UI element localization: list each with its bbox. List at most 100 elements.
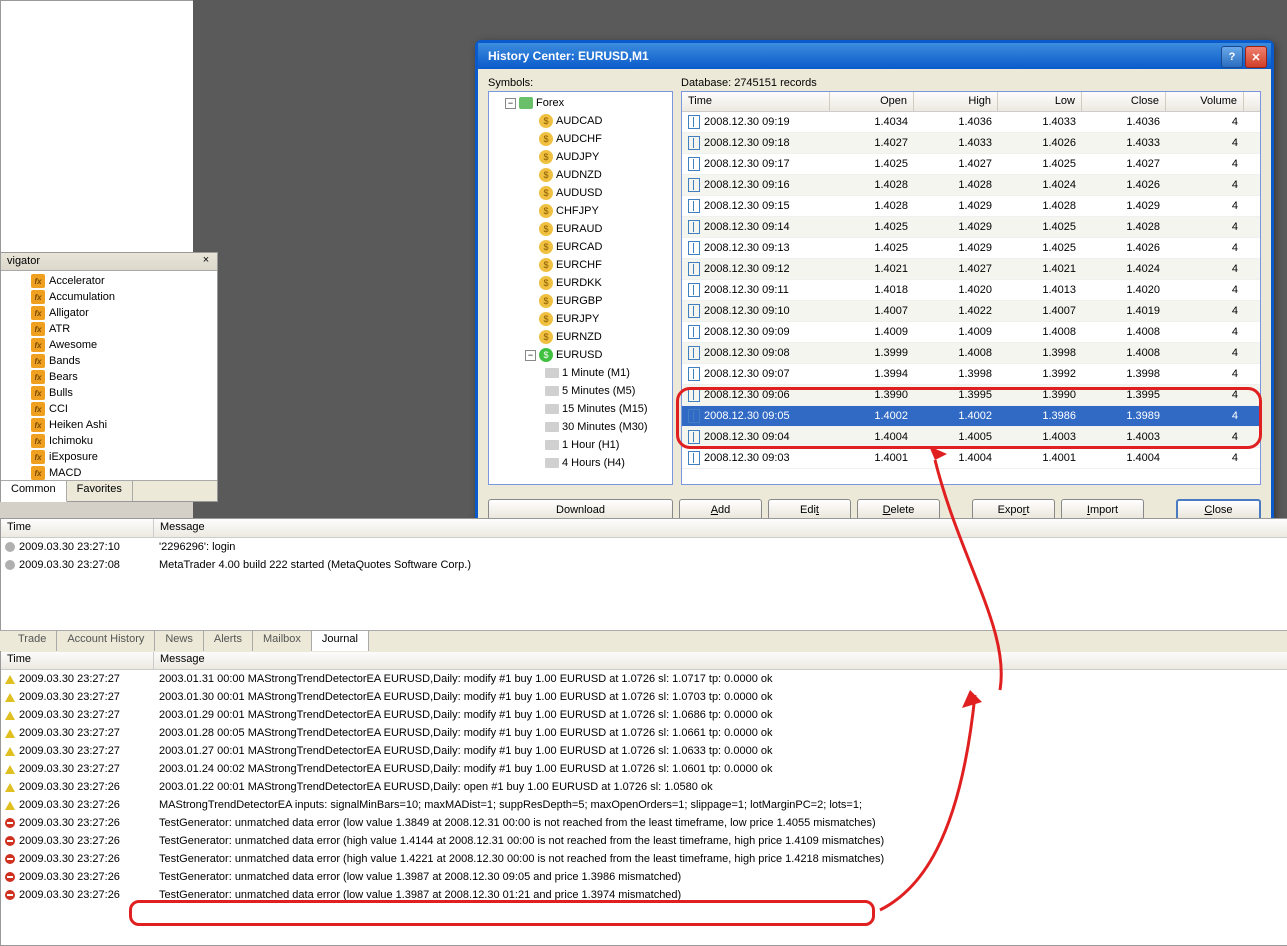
help-icon[interactable]: ? [1221, 46, 1243, 68]
indicator-item[interactable]: fxAccelerator [1, 273, 217, 289]
currency-item[interactable]: $AUDJPY [491, 148, 670, 166]
data-row[interactable]: 2008.12.30 09:151.40281.40291.40281.4029… [682, 196, 1260, 217]
indicator-item[interactable]: fxAwesome [1, 337, 217, 353]
indicator-item[interactable]: fxBulls [1, 385, 217, 401]
collapse-icon[interactable]: − [525, 350, 536, 361]
indicator-item[interactable]: fxHeiken Ashi [1, 417, 217, 433]
data-row[interactable]: 2008.12.30 09:061.39901.39951.39901.3995… [682, 385, 1260, 406]
log-row[interactable]: 2009.03.30 23:27:26TestGenerator: unmatc… [1, 868, 1287, 886]
log-row[interactable]: 2009.03.30 23:27:26TestGenerator: unmatc… [1, 814, 1287, 832]
data-row[interactable]: 2008.12.30 09:161.40281.40281.40241.4026… [682, 175, 1260, 196]
log-row[interactable]: 2009.03.30 23:27:272003.01.29 00:01 MASt… [1, 706, 1287, 724]
log1-col-message[interactable]: Message [154, 519, 1287, 537]
data-row[interactable]: 2008.12.30 09:081.39991.40081.39981.4008… [682, 343, 1260, 364]
currency-item[interactable]: −$EURUSD [491, 346, 670, 364]
currency-item[interactable]: $EURGBP [491, 292, 670, 310]
col-high[interactable]: High [914, 92, 998, 111]
log-row[interactable]: 2009.03.30 23:27:272003.01.28 00:05 MASt… [1, 724, 1287, 742]
log2-col-message[interactable]: Message [154, 651, 1287, 669]
symbols-tree[interactable]: − Forex $AUDCAD$AUDCHF$AUDJPY$AUDNZD$AUD… [488, 91, 673, 485]
log-row[interactable]: 2009.03.30 23:27:272003.01.27 00:01 MASt… [1, 742, 1287, 760]
data-row[interactable]: 2008.12.30 09:191.40341.40361.40331.4036… [682, 112, 1260, 133]
indicator-item[interactable]: fxCCI [1, 401, 217, 417]
log1-col-time[interactable]: Time [1, 519, 154, 537]
currency-icon: $ [539, 312, 553, 326]
indicator-item[interactable]: fxMACD [1, 465, 217, 481]
currency-item[interactable]: $EURNZD [491, 328, 670, 346]
data-row[interactable]: 2008.12.30 09:101.40071.40221.40071.4019… [682, 301, 1260, 322]
close-icon[interactable]: ✕ [1245, 46, 1267, 68]
col-open[interactable]: Open [830, 92, 914, 111]
log-row[interactable]: 2009.03.30 23:27:26TestGenerator: unmatc… [1, 850, 1287, 868]
data-row[interactable]: 2008.12.30 09:031.40011.40041.40011.4004… [682, 448, 1260, 469]
database-label: Database: 2745151 records [681, 77, 1261, 89]
tab-news[interactable]: News [155, 631, 204, 651]
indicator-item[interactable]: fxBears [1, 369, 217, 385]
col-close[interactable]: Close [1082, 92, 1166, 111]
data-row[interactable]: 2008.12.30 09:091.40091.40091.40081.4008… [682, 322, 1260, 343]
data-row[interactable]: 2008.12.30 09:131.40251.40291.40251.4026… [682, 238, 1260, 259]
tree-root[interactable]: − Forex [491, 94, 670, 112]
data-row[interactable]: 2008.12.30 09:181.40271.40331.40261.4033… [682, 133, 1260, 154]
tab-common[interactable]: Common [1, 481, 67, 502]
log-row[interactable]: 2009.03.30 23:27:26TestGenerator: unmatc… [1, 886, 1287, 904]
currency-item[interactable]: $EURDKK [491, 274, 670, 292]
indicator-item[interactable]: fxBands [1, 353, 217, 369]
log-row[interactable]: 2009.03.30 23:27:272003.01.31 00:00 MASt… [1, 670, 1287, 688]
indicator-item[interactable]: fxAlligator [1, 305, 217, 321]
grid-body[interactable]: 2008.12.30 09:191.40341.40361.40331.4036… [682, 112, 1260, 484]
currency-item[interactable]: $EURJPY [491, 310, 670, 328]
data-row[interactable]: 2008.12.30 09:041.40041.40051.40031.4003… [682, 427, 1260, 448]
currency-item[interactable]: $AUDCAD [491, 112, 670, 130]
data-row[interactable]: 2008.12.30 09:171.40251.40271.40251.4027… [682, 154, 1260, 175]
log1-body[interactable]: 2009.03.30 23:27:10'2296296': login2009.… [1, 538, 1287, 574]
indicator-item[interactable]: fxATR [1, 321, 217, 337]
cell-low: 1.4025 [998, 158, 1082, 170]
log-row[interactable]: 2009.03.30 23:27:26MAStrongTrendDetector… [1, 796, 1287, 814]
currency-item[interactable]: $EURAUD [491, 220, 670, 238]
currency-item[interactable]: $AUDUSD [491, 184, 670, 202]
timeframe-item[interactable]: 4 Hours (H4) [491, 454, 670, 472]
data-row[interactable]: 2008.12.30 09:141.40251.40291.40251.4028… [682, 217, 1260, 238]
log-message: MAStrongTrendDetectorEA inputs: signalMi… [159, 799, 862, 811]
tab-account-history[interactable]: Account History [57, 631, 155, 651]
log-row[interactable]: 2009.03.30 23:27:272003.01.30 00:01 MASt… [1, 688, 1287, 706]
cell-close: 1.4008 [1082, 347, 1166, 359]
data-row[interactable]: 2008.12.30 09:071.39941.39981.39921.3998… [682, 364, 1260, 385]
log2-col-time[interactable]: Time [1, 651, 154, 669]
currency-item[interactable]: $AUDCHF [491, 130, 670, 148]
currency-item[interactable]: $EURCHF [491, 256, 670, 274]
col-volume[interactable]: Volume [1166, 92, 1244, 111]
tab-favorites[interactable]: Favorites [67, 481, 133, 501]
log-row[interactable]: 2009.03.30 23:27:26TestGenerator: unmatc… [1, 832, 1287, 850]
indicator-item[interactable]: fxIchimoku [1, 433, 217, 449]
data-row[interactable]: 2008.12.30 09:051.40021.40021.39861.3989… [682, 406, 1260, 427]
log-row[interactable]: 2009.03.30 23:27:272003.01.24 00:02 MASt… [1, 760, 1287, 778]
indicator-item[interactable]: fxAccumulation [1, 289, 217, 305]
timeframe-item[interactable]: 1 Hour (H1) [491, 436, 670, 454]
tab-alerts[interactable]: Alerts [204, 631, 253, 651]
col-time[interactable]: Time [682, 92, 830, 111]
timeframe-item[interactable]: 1 Minute (M1) [491, 364, 670, 382]
tab-journal[interactable]: Journal [312, 631, 369, 651]
collapse-icon[interactable]: − [505, 98, 516, 109]
log-row[interactable]: 2009.03.30 23:27:262003.01.22 00:01 MASt… [1, 778, 1287, 796]
tab-trade[interactable]: Trade [8, 631, 57, 651]
log-row[interactable]: 2009.03.30 23:27:08MetaTrader 4.00 build… [1, 556, 1287, 574]
log2-body[interactable]: 2009.03.30 23:27:272003.01.31 00:00 MASt… [1, 670, 1287, 904]
data-row[interactable]: 2008.12.30 09:121.40211.40271.40211.4024… [682, 259, 1260, 280]
log-row[interactable]: 2009.03.30 23:27:10'2296296': login [1, 538, 1287, 556]
currency-item[interactable]: $CHFJPY [491, 202, 670, 220]
currency-item[interactable]: $EURCAD [491, 238, 670, 256]
cell-volume: 4 [1166, 284, 1244, 296]
dialog-titlebar[interactable]: History Center: EURUSD,M1 ? ✕ [478, 43, 1271, 69]
currency-item[interactable]: $AUDNZD [491, 166, 670, 184]
navigator-close-icon[interactable]: × [199, 254, 213, 268]
data-row[interactable]: 2008.12.30 09:111.40181.40201.40131.4020… [682, 280, 1260, 301]
timeframe-item[interactable]: 5 Minutes (M5) [491, 382, 670, 400]
tab-mailbox[interactable]: Mailbox [253, 631, 312, 651]
col-low[interactable]: Low [998, 92, 1082, 111]
timeframe-item[interactable]: 30 Minutes (M30) [491, 418, 670, 436]
indicator-item[interactable]: fxiExposure [1, 449, 217, 465]
timeframe-item[interactable]: 15 Minutes (M15) [491, 400, 670, 418]
